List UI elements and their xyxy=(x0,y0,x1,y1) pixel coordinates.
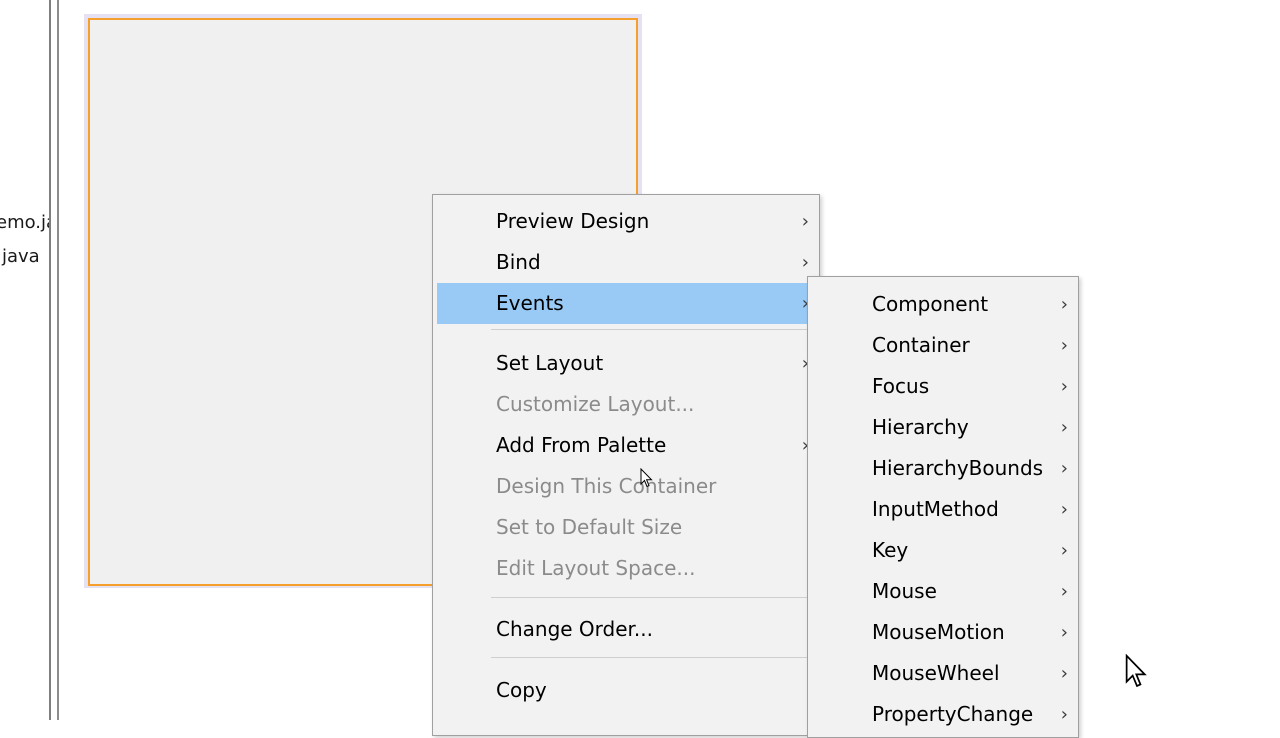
menu-item-label: Edit Layout Space... xyxy=(496,556,696,580)
chevron-right-icon: › xyxy=(1060,458,1068,479)
submenu-item-component[interactable]: Component › xyxy=(812,284,1074,325)
menu-item-label: Copy xyxy=(496,678,547,702)
menu-item-set-default-size[interactable]: Set to Default Size xyxy=(437,507,815,548)
submenu-item-label: Focus xyxy=(872,374,930,398)
submenu-item-label: Mouse xyxy=(872,579,937,603)
menu-item-set-layout[interactable]: Set Layout › xyxy=(437,343,815,384)
menu-item-label: Preview Design xyxy=(496,209,650,233)
chevron-right-icon: › xyxy=(1060,294,1068,315)
menu-item-label: Events xyxy=(496,291,564,315)
submenu-item-label: HierarchyBounds xyxy=(872,456,1044,480)
context-menu: Preview Design › Bind › Events › Set Lay… xyxy=(432,194,820,736)
events-submenu: Component › Container › Focus › Hierarch… xyxy=(807,276,1079,738)
menu-item-preview-design[interactable]: Preview Design › xyxy=(437,201,815,242)
menu-item-label: Change Order... xyxy=(496,617,654,641)
menu-item-change-order[interactable]: Change Order... xyxy=(437,609,815,650)
submenu-item-label: InputMethod xyxy=(872,497,999,521)
menu-item-label: Set to Default Size xyxy=(496,515,683,539)
chevron-right-icon: › xyxy=(1060,704,1068,725)
mouse-pointer-icon xyxy=(640,468,653,488)
menu-item-label: Add From Palette xyxy=(496,433,667,457)
submenu-item-container[interactable]: Container › xyxy=(812,325,1074,366)
menu-item-label: Bind xyxy=(496,250,541,274)
submenu-item-hierarchy[interactable]: Hierarchy › xyxy=(812,407,1074,448)
submenu-item-label: Hierarchy xyxy=(872,415,969,439)
submenu-item-label: PropertyChange xyxy=(872,702,1034,726)
chevron-right-icon: › xyxy=(1060,581,1068,602)
menu-item-label: Customize Layout... xyxy=(496,392,695,416)
submenu-item-inputmethod[interactable]: InputMethod › xyxy=(812,489,1074,530)
menu-item-label: Design This Container xyxy=(496,474,717,498)
menu-item-add-from-palette[interactable]: Add From Palette › xyxy=(437,425,815,466)
chevron-right-icon: › xyxy=(801,211,809,232)
file-item-java[interactable]: java xyxy=(2,246,40,267)
menu-item-events[interactable]: Events › xyxy=(437,283,815,324)
submenu-item-mousemotion[interactable]: MouseMotion › xyxy=(812,612,1074,653)
file-item-demo-java[interactable]: emo.ja xyxy=(0,212,50,233)
chevron-right-icon: › xyxy=(1060,376,1068,397)
chevron-right-icon: › xyxy=(1060,540,1068,561)
submenu-item-label: MouseMotion xyxy=(872,620,1005,644)
menu-separator xyxy=(491,329,815,330)
menu-separator xyxy=(491,597,815,598)
menu-separator xyxy=(491,657,815,658)
submenu-item-label: Component xyxy=(872,292,989,316)
project-navigator: emo.ja java xyxy=(0,0,50,720)
submenu-item-label: MouseWheel xyxy=(872,661,1000,685)
chevron-right-icon: › xyxy=(1060,417,1068,438)
menu-item-copy[interactable]: Copy xyxy=(437,670,815,711)
mouse-pointer-icon xyxy=(1125,654,1147,688)
chevron-right-icon: › xyxy=(1060,663,1068,684)
panel-divider[interactable] xyxy=(49,0,51,720)
submenu-item-label: Container xyxy=(872,333,970,357)
submenu-item-propertychange[interactable]: PropertyChange › xyxy=(812,694,1074,735)
chevron-right-icon: › xyxy=(1060,499,1068,520)
submenu-item-label: Key xyxy=(872,538,909,562)
menu-item-bind[interactable]: Bind › xyxy=(437,242,815,283)
submenu-item-key[interactable]: Key › xyxy=(812,530,1074,571)
submenu-item-mousewheel[interactable]: MouseWheel › xyxy=(812,653,1074,694)
submenu-item-hierarchybounds[interactable]: HierarchyBounds › xyxy=(812,448,1074,489)
submenu-item-focus[interactable]: Focus › xyxy=(812,366,1074,407)
menu-item-customize-layout[interactable]: Customize Layout... xyxy=(437,384,815,425)
chevron-right-icon: › xyxy=(1060,335,1068,356)
menu-item-edit-layout-space[interactable]: Edit Layout Space... xyxy=(437,548,815,589)
chevron-right-icon: › xyxy=(1060,622,1068,643)
menu-item-label: Set Layout xyxy=(496,351,604,375)
menu-item-design-this-container[interactable]: Design This Container xyxy=(437,466,815,507)
submenu-item-mouse[interactable]: Mouse › xyxy=(812,571,1074,612)
